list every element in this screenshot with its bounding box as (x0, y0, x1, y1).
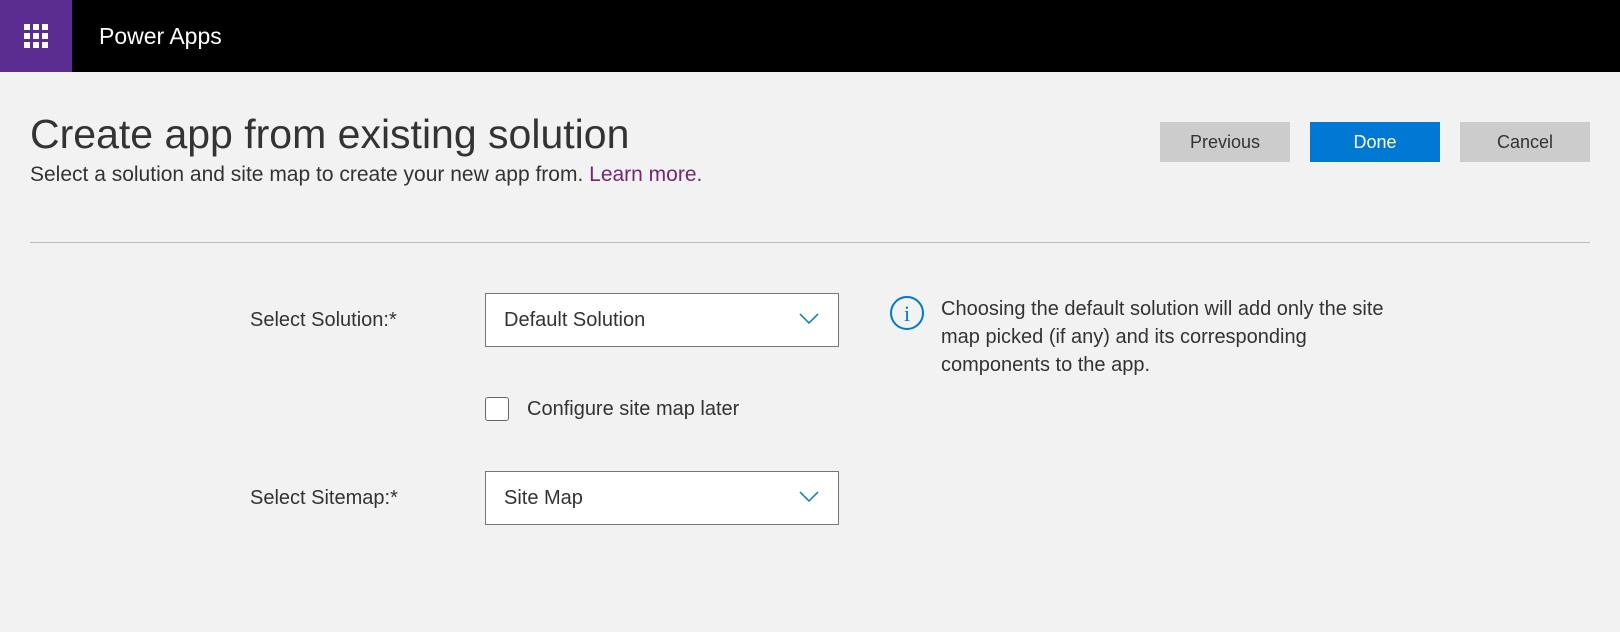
previous-button[interactable]: Previous (1160, 122, 1290, 162)
solution-row: Select Solution:* Default Solution (250, 293, 839, 347)
content-area: Create app from existing solution Select… (0, 72, 1620, 525)
button-row: Previous Done Cancel (1160, 122, 1590, 162)
form-area: Select Solution:* Default Solution Confi… (30, 293, 1590, 525)
sitemap-row: Select Sitemap:* Site Map (250, 471, 839, 525)
app-title: Power Apps (99, 23, 222, 50)
info-icon: i (889, 295, 925, 331)
page-head: Create app from existing solution Select… (30, 112, 1590, 187)
solution-value: Default Solution (504, 309, 645, 332)
page-title: Create app from existing solution (30, 112, 702, 157)
info-text: Choosing the default solution will add o… (941, 295, 1399, 525)
chevron-down-icon (798, 309, 820, 332)
sitemap-select[interactable]: Site Map (485, 471, 839, 525)
form-left: Select Solution:* Default Solution Confi… (250, 293, 839, 525)
chevron-down-icon (798, 487, 820, 510)
app-header: Power Apps (0, 0, 1620, 72)
waffle-icon (24, 24, 48, 48)
configure-later-label: Configure site map later (527, 398, 739, 421)
configure-later-row: Configure site map later (485, 397, 839, 421)
learn-more-link[interactable]: Learn more. (589, 163, 702, 186)
solution-select[interactable]: Default Solution (485, 293, 839, 347)
title-block: Create app from existing solution Select… (30, 112, 702, 187)
configure-later-checkbox[interactable] (485, 397, 509, 421)
page-subtitle: Select a solution and site map to create… (30, 163, 702, 187)
sitemap-value: Site Map (504, 487, 583, 510)
info-panel: i Choosing the default solution will add… (889, 295, 1399, 525)
done-button[interactable]: Done (1310, 122, 1440, 162)
cancel-button[interactable]: Cancel (1460, 122, 1590, 162)
subtitle-text: Select a solution and site map to create… (30, 163, 589, 186)
waffle-launcher[interactable] (0, 0, 72, 72)
solution-label: Select Solution:* (250, 309, 420, 332)
svg-text:i: i (904, 301, 910, 326)
divider (30, 242, 1590, 243)
sitemap-label: Select Sitemap:* (250, 487, 420, 510)
